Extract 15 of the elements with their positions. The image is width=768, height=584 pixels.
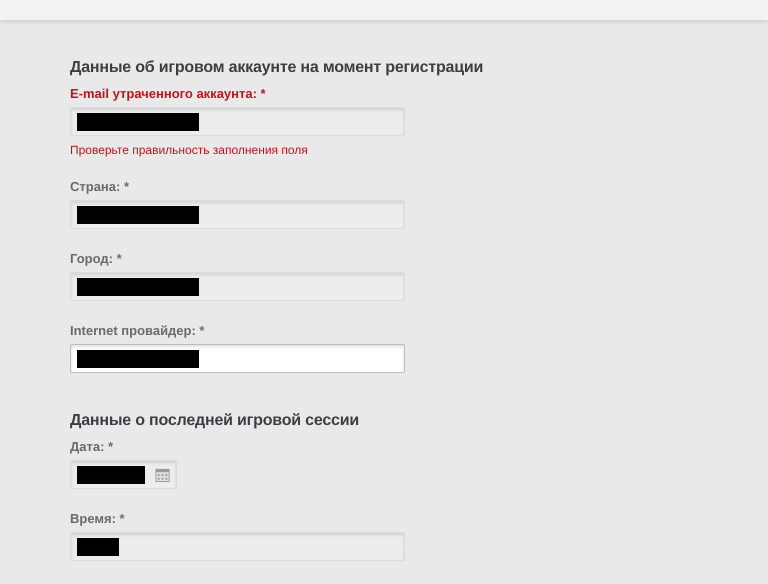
field-label: E-mail утраченного аккаунта: *: [70, 86, 267, 102]
field-label: Город: *: [70, 251, 123, 267]
field-label: Страна: *: [70, 179, 130, 195]
input-field[interactable]: [70, 532, 405, 561]
error-message: Проверьте правильность заполнения поля: [70, 143, 309, 157]
field-label: Дата: *: [70, 439, 114, 455]
input-field[interactable]: [70, 344, 405, 373]
field-label: Internet провайдер: *: [70, 323, 206, 339]
section-title: Данные о последней игровой сессии: [70, 411, 360, 431]
input-field[interactable]: [70, 200, 405, 229]
date-field[interactable]: [70, 460, 177, 489]
section-title: Данные об игровом аккаунте на момент регистрации: [70, 58, 484, 78]
field-label: Время: *: [70, 511, 126, 527]
input-field[interactable]: [70, 272, 405, 301]
input-field[interactable]: [70, 107, 405, 136]
